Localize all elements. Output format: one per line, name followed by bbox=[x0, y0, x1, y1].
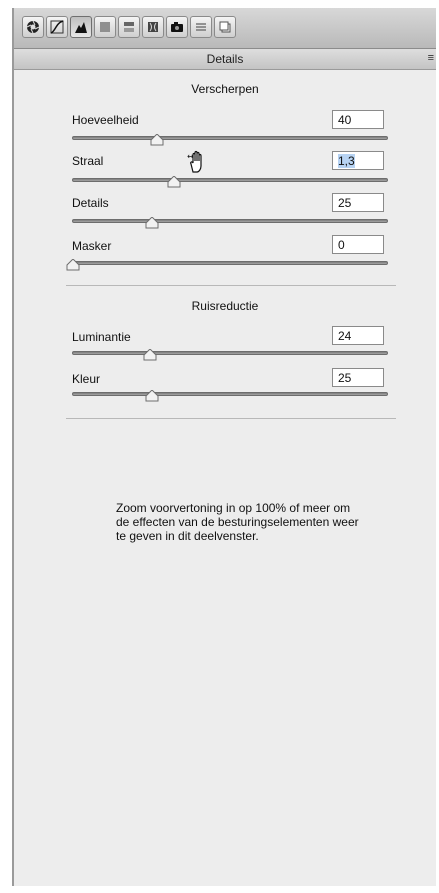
tab-basic[interactable] bbox=[22, 16, 44, 38]
noise-reduction-title: Ruisreductie bbox=[191, 299, 259, 313]
svg-text:↔: ↔ bbox=[187, 152, 194, 161]
color-label: Kleur bbox=[72, 372, 101, 386]
amount-slider-track[interactable] bbox=[72, 136, 388, 140]
luminance-slider-thumb[interactable] bbox=[143, 349, 157, 361]
radius-slider-track[interactable] bbox=[72, 178, 388, 182]
detail-label: Details bbox=[72, 196, 109, 210]
masking-slider-thumb[interactable] bbox=[66, 259, 80, 271]
panel-tabs-toolbar bbox=[14, 8, 436, 49]
panel-menu-icon[interactable]: ≡ bbox=[428, 52, 434, 64]
hand-cursor-icon: ↔ bbox=[187, 150, 202, 173]
panel-titlebar: Details ≡ bbox=[14, 49, 436, 70]
tab-detail[interactable] bbox=[70, 16, 92, 38]
tab-presets[interactable] bbox=[190, 16, 212, 38]
amount-slider-thumb[interactable] bbox=[150, 134, 164, 146]
luminance-input[interactable]: 24 bbox=[332, 326, 384, 345]
split-toning-icon bbox=[124, 22, 134, 32]
detail-slider-track[interactable] bbox=[72, 219, 388, 223]
tab-tone-curve[interactable] bbox=[46, 16, 68, 38]
zoom-info-text: Zoom voorvertoning in op 100% of meer om… bbox=[116, 501, 359, 543]
color-slider-thumb[interactable] bbox=[145, 390, 159, 402]
tab-hsl[interactable] bbox=[94, 16, 116, 38]
tab-lens-corrections[interactable] bbox=[142, 16, 164, 38]
tab-camera-calibration[interactable] bbox=[166, 16, 188, 38]
tab-split-toning[interactable] bbox=[118, 16, 140, 38]
camera-calibration-icon bbox=[171, 22, 183, 32]
sharpening-title: Verscherpen bbox=[191, 82, 259, 96]
section-divider bbox=[66, 285, 396, 286]
radius-slider-thumb[interactable] bbox=[167, 176, 181, 188]
tone-curve-icon bbox=[50, 20, 64, 34]
details-panel: Details ≡ Verscherpen Hoeveelheid 40 Str… bbox=[12, 8, 436, 886]
amount-label: Hoeveelheid bbox=[72, 113, 139, 127]
lens-corrections-icon bbox=[148, 22, 158, 32]
masking-input[interactable]: 0 bbox=[332, 235, 384, 254]
color-slider-track[interactable] bbox=[72, 392, 388, 396]
radius-input[interactable]: 1,3 bbox=[332, 151, 384, 170]
amount-input[interactable]: 40 bbox=[332, 110, 384, 129]
hsl-grayscale-icon bbox=[100, 22, 110, 32]
aperture-icon bbox=[26, 20, 40, 34]
detail-slider-thumb[interactable] bbox=[145, 217, 159, 229]
luminance-label: Luminantie bbox=[72, 330, 131, 344]
masking-slider-track[interactable] bbox=[72, 261, 388, 265]
detail-input[interactable]: 25 bbox=[332, 193, 384, 212]
radius-label: Straal bbox=[72, 154, 104, 168]
section-divider-bottom bbox=[66, 418, 396, 419]
tab-snapshots[interactable] bbox=[214, 16, 236, 38]
detail-mountain-icon bbox=[75, 22, 87, 33]
presets-icon bbox=[196, 23, 206, 31]
masking-label: Masker bbox=[72, 239, 112, 253]
color-input[interactable]: 25 bbox=[332, 368, 384, 387]
luminance-slider-track[interactable] bbox=[72, 351, 388, 355]
panel-title: Details bbox=[206, 52, 244, 66]
snapshots-icon bbox=[219, 21, 231, 33]
